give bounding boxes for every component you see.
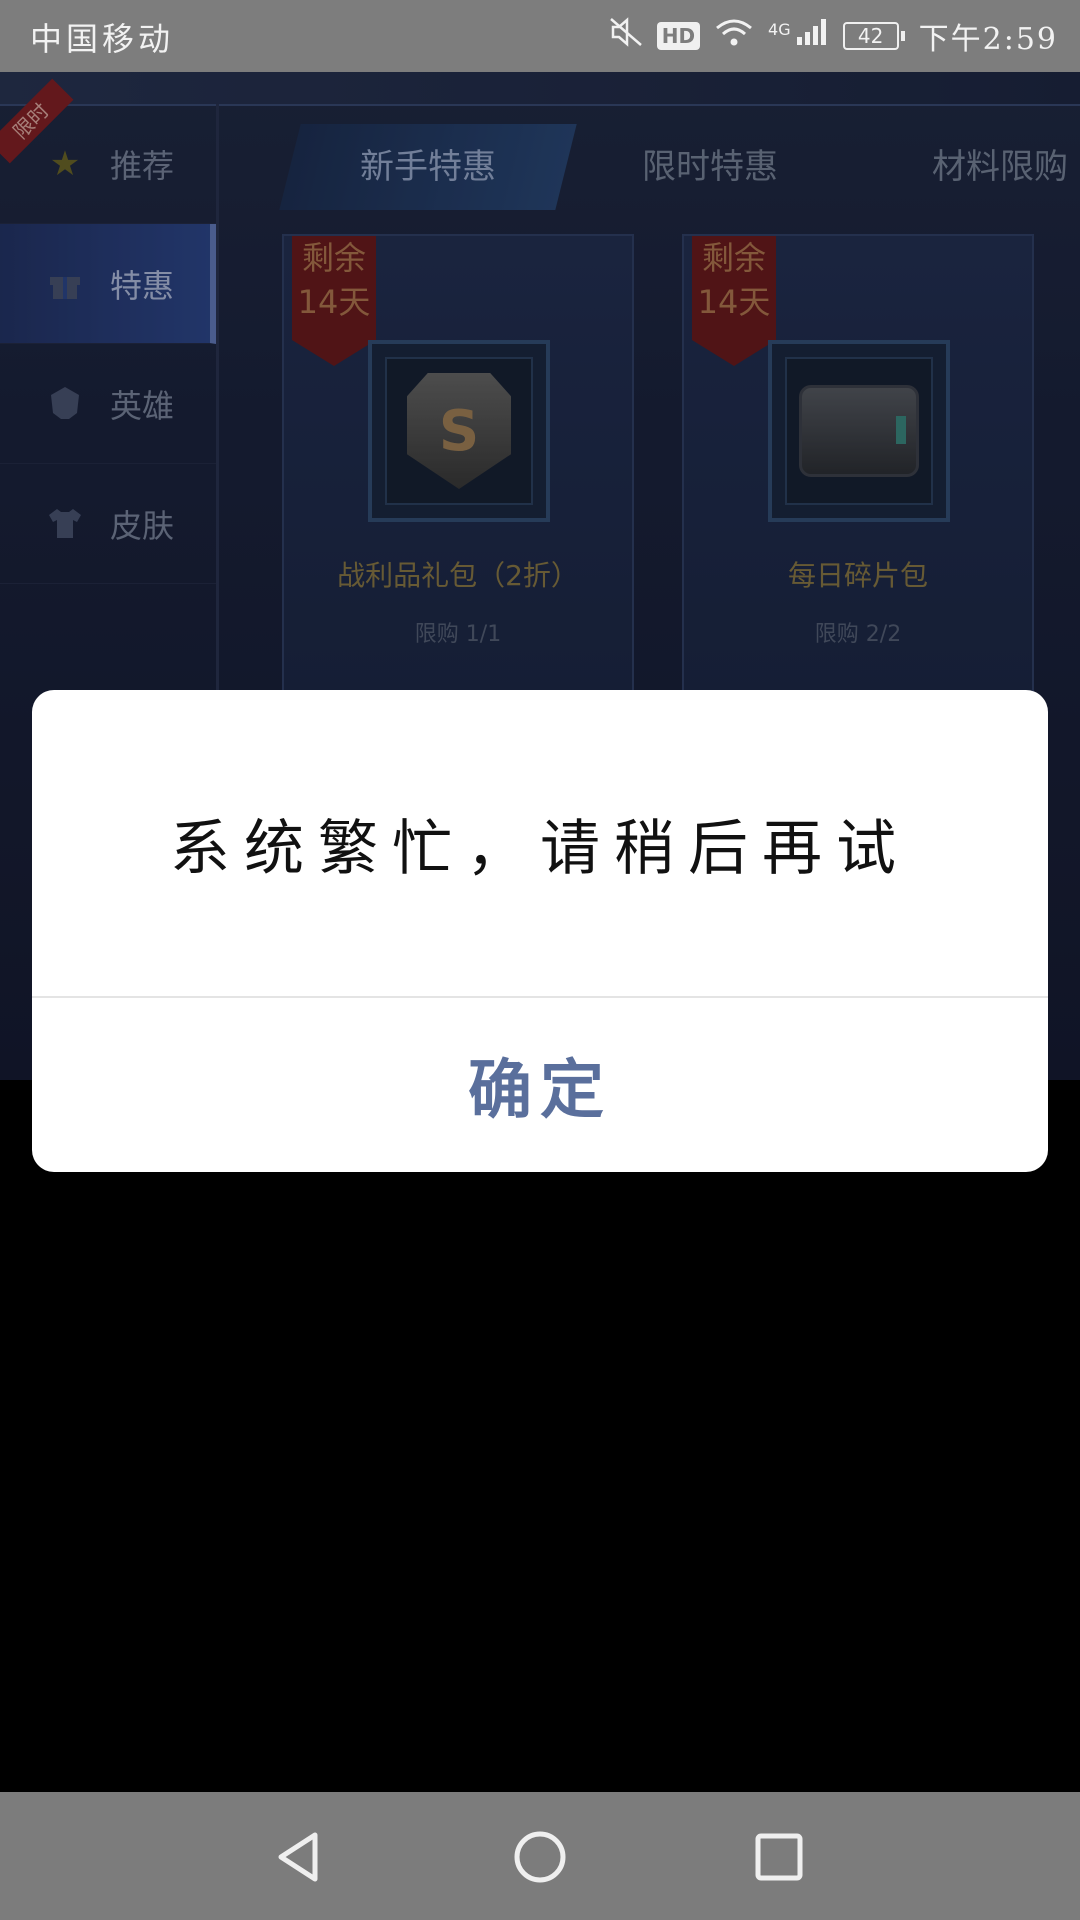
back-icon <box>278 1832 318 1882</box>
confirm-button[interactable]: 确定 <box>32 998 1048 1172</box>
network-type: 4G <box>768 19 791 39</box>
hd-badge: HD <box>656 22 701 50</box>
carrier-name: 中国移动 <box>30 20 175 58</box>
back-button[interactable] <box>264 1822 334 1892</box>
mute-icon <box>609 17 643 55</box>
home-icon <box>514 1831 566 1883</box>
recents-button[interactable] <box>744 1822 814 1892</box>
battery-level: 42 <box>842 22 899 50</box>
alert-dialog: 系统繁忙，请稍后再试 确定 <box>32 690 1048 1172</box>
status-bar: 中国移动 HD 4G 42 下午2:59 <box>0 0 1080 72</box>
status-icons: HD 4G 42 下午2:59 <box>609 14 1058 58</box>
battery-icon: 42 <box>842 22 905 50</box>
system-nav-bar <box>0 1792 1080 1920</box>
dialog-message: 系统繁忙，请稍后再试 <box>170 813 910 884</box>
signal-icon <box>795 17 829 55</box>
recents-icon <box>755 1833 803 1881</box>
wifi-icon <box>714 17 754 55</box>
home-button[interactable] <box>505 1822 575 1892</box>
clock: 下午2:59 <box>918 22 1058 57</box>
